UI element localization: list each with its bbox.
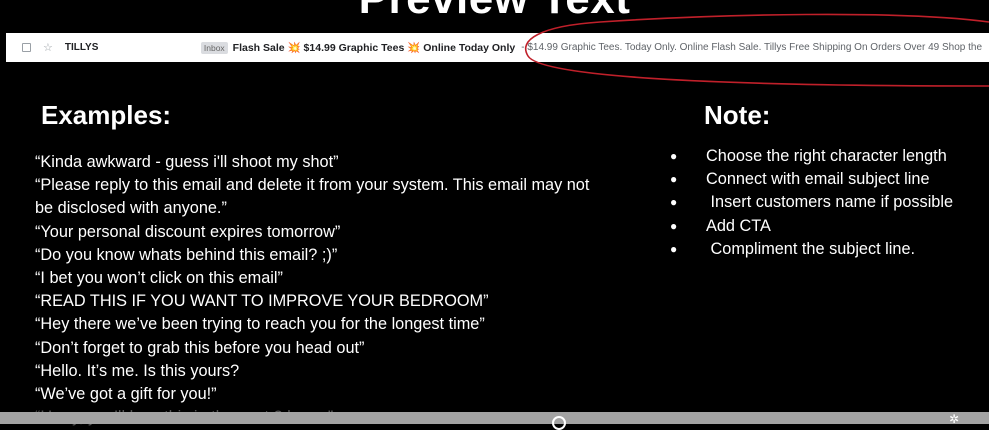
fire-emoji-icon: 💥 xyxy=(287,42,301,54)
bullet-icon: ● xyxy=(670,172,678,187)
bullet-icon: ● xyxy=(670,149,678,163)
note-heading: Note: xyxy=(704,100,771,130)
subject-part: $14.99 Graphic Tees xyxy=(303,42,405,54)
bullet-icon: ● xyxy=(670,195,678,210)
example-item: “Please reply to this email and delete i… xyxy=(35,176,590,218)
star-icon[interactable]: ☆ xyxy=(43,41,53,54)
fire-emoji-icon: 💥 xyxy=(407,42,421,54)
example-item: “We’ve got a gift for you!” xyxy=(35,385,217,404)
email-inbox-row[interactable]: ☆ TILLYS Inbox Flash Sale 💥 $14.99 Graph… xyxy=(6,33,989,62)
inbox-label: Inbox xyxy=(200,41,228,54)
note-item: ● Choose the right character length xyxy=(668,145,989,168)
examples-list: “Kinda awkward - guess i'll shoot my sho… xyxy=(35,151,595,429)
email-sender: TILLYS xyxy=(64,42,99,53)
examples-heading: Examples: xyxy=(41,100,172,130)
subject-part: Flash Sale xyxy=(232,42,285,54)
slide-title: Preview Text xyxy=(0,0,989,24)
note-item-text: Connect with email subject line xyxy=(706,170,930,189)
note-item: ● Insert customers name if possible xyxy=(668,191,989,214)
bullet-icon: ● xyxy=(670,241,678,256)
video-player-bar[interactable] xyxy=(0,412,989,424)
note-item: ● Connect with email subject line xyxy=(668,168,989,191)
example-item: “Don’t forget to grab this before you he… xyxy=(35,338,365,357)
email-preview-text: - $14.99 Graphic Tees. Today Only. Onlin… xyxy=(521,42,983,53)
note-list: ● Choose the right character length ● Conn… xyxy=(668,145,989,261)
note-item-text: Choose the right character length xyxy=(706,147,947,165)
bullet-icon: ● xyxy=(670,218,678,233)
example-item: “Do you know whats behind this email? ;)… xyxy=(35,245,338,264)
example-item: “Your personal discount expires tomorrow… xyxy=(35,222,341,241)
example-item: “READ THIS IF YOU WANT TO IMPROVE YOUR B… xyxy=(35,292,489,311)
note-item-text: Compliment the subject line. xyxy=(706,239,916,258)
note-item: ● Add CTA xyxy=(668,215,989,238)
select-checkbox[interactable] xyxy=(22,43,31,52)
note-item: ● Compliment the subject line. xyxy=(668,238,989,261)
example-item: “I bet you won’t click on this email” xyxy=(35,269,283,288)
example-item: “Kinda awkward - guess i'll shoot my sho… xyxy=(35,153,339,171)
subject-part: Online Today Only xyxy=(423,42,516,54)
example-item: “Hey there we’ve been trying to reach yo… xyxy=(35,315,485,334)
note-item-text: Add CTA xyxy=(706,216,771,235)
email-subject: Flash Sale 💥 $14.99 Graphic Tees 💥 Onlin… xyxy=(233,41,516,54)
settings-icon[interactable]: ✲ xyxy=(949,413,959,425)
player-control-icon[interactable] xyxy=(552,416,566,430)
example-item: “Hello. It’s me. Is this yours? xyxy=(35,361,240,380)
note-item-text: Insert customers name if possible xyxy=(706,193,954,212)
